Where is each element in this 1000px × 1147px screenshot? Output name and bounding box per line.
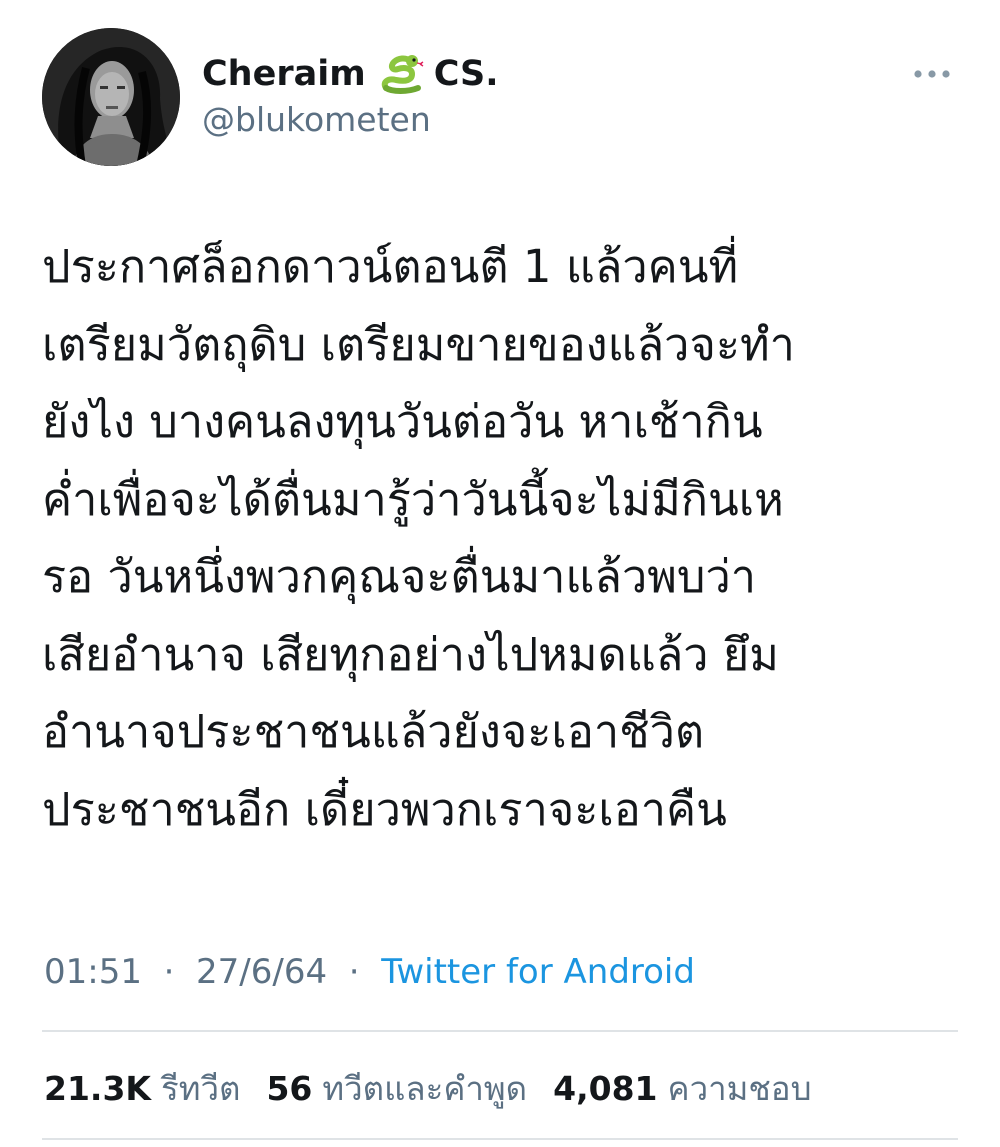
likes-label: ความชอบ	[667, 1069, 812, 1108]
retweets-count: 21.3K	[44, 1069, 151, 1108]
display-name-suffix: CS.	[433, 54, 499, 94]
divider	[42, 1030, 958, 1032]
display-name-text: Cheraim	[202, 54, 366, 94]
retweets-stat[interactable]: 21.3K รีทวีต	[44, 1062, 240, 1115]
tweet-text-line: ยังไง บางคนลงทุนวันต่อวัน หาเช้ากิน	[42, 395, 763, 448]
meta-separator: ·	[152, 952, 186, 992]
tweet-text-line: ค่ำเพื่อจะได้ตื่นมารู้ว่าวันนี้จะไม่มีกิ…	[42, 472, 784, 526]
likes-stat[interactable]: 4,081 ความชอบ	[553, 1062, 811, 1115]
retweets-label: รีทวีต	[161, 1069, 241, 1108]
tweet-text-line: เสียอำนาจ เสียทุกอย่างไปหมดแล้ว ยึม	[42, 627, 779, 681]
tweet-text-line: ประกาศล็อกดาวน์ตอนตี 1 แล้วคนที่	[42, 240, 739, 293]
tweet-source-link[interactable]: Twitter for Android	[381, 952, 695, 992]
username-handle[interactable]: @blukometen	[202, 100, 431, 139]
avatar[interactable]	[42, 28, 180, 166]
tweet-date[interactable]: 27/6/64	[196, 952, 327, 992]
display-name[interactable]: Cheraim CS.	[202, 52, 499, 96]
tweet-meta: 01:51 · 27/6/64 · Twitter for Android	[44, 952, 695, 992]
more-horizontal-icon[interactable]	[908, 64, 956, 84]
tweet-card: Cheraim CS. @blukometen ประกาศล็อกดาวน์ต…	[0, 0, 1000, 1147]
tweet-text: ประกาศล็อกดาวน์ตอนตี 1 แล้วคนที่ เตรียมว…	[42, 228, 972, 848]
tweet-text-line: รอ วันหนึ่งพวกคุณจะตื่นมาแล้วพบว่า	[42, 550, 757, 603]
tweet-text-line: ประชาชนอีก เดี๋ยวพวกเราจะเอาคืน	[42, 782, 727, 836]
quotes-count: 56	[266, 1069, 313, 1108]
likes-count: 4,081	[553, 1069, 658, 1108]
quotes-label: ทวีตและคำพูด	[322, 1069, 528, 1108]
meta-separator: ·	[337, 952, 371, 992]
tweet-text-line: อำนาจประชาชนแล้วยังจะเอาชีวิต	[42, 705, 705, 758]
divider	[42, 1138, 958, 1140]
snake-emoji-icon	[378, 52, 426, 96]
avatar-photo	[42, 28, 180, 166]
tweet-time[interactable]: 01:51	[44, 952, 142, 992]
tweet-text-line: เตรียมวัตถุดิบ เตรียมขายของแล้วจะทำ	[42, 317, 795, 371]
quotes-stat[interactable]: 56 ทวีตและคำพูด	[266, 1062, 527, 1115]
tweet-stats: 21.3K รีทวีต 56 ทวีตและคำพูด 4,081 ความช…	[44, 1062, 838, 1115]
